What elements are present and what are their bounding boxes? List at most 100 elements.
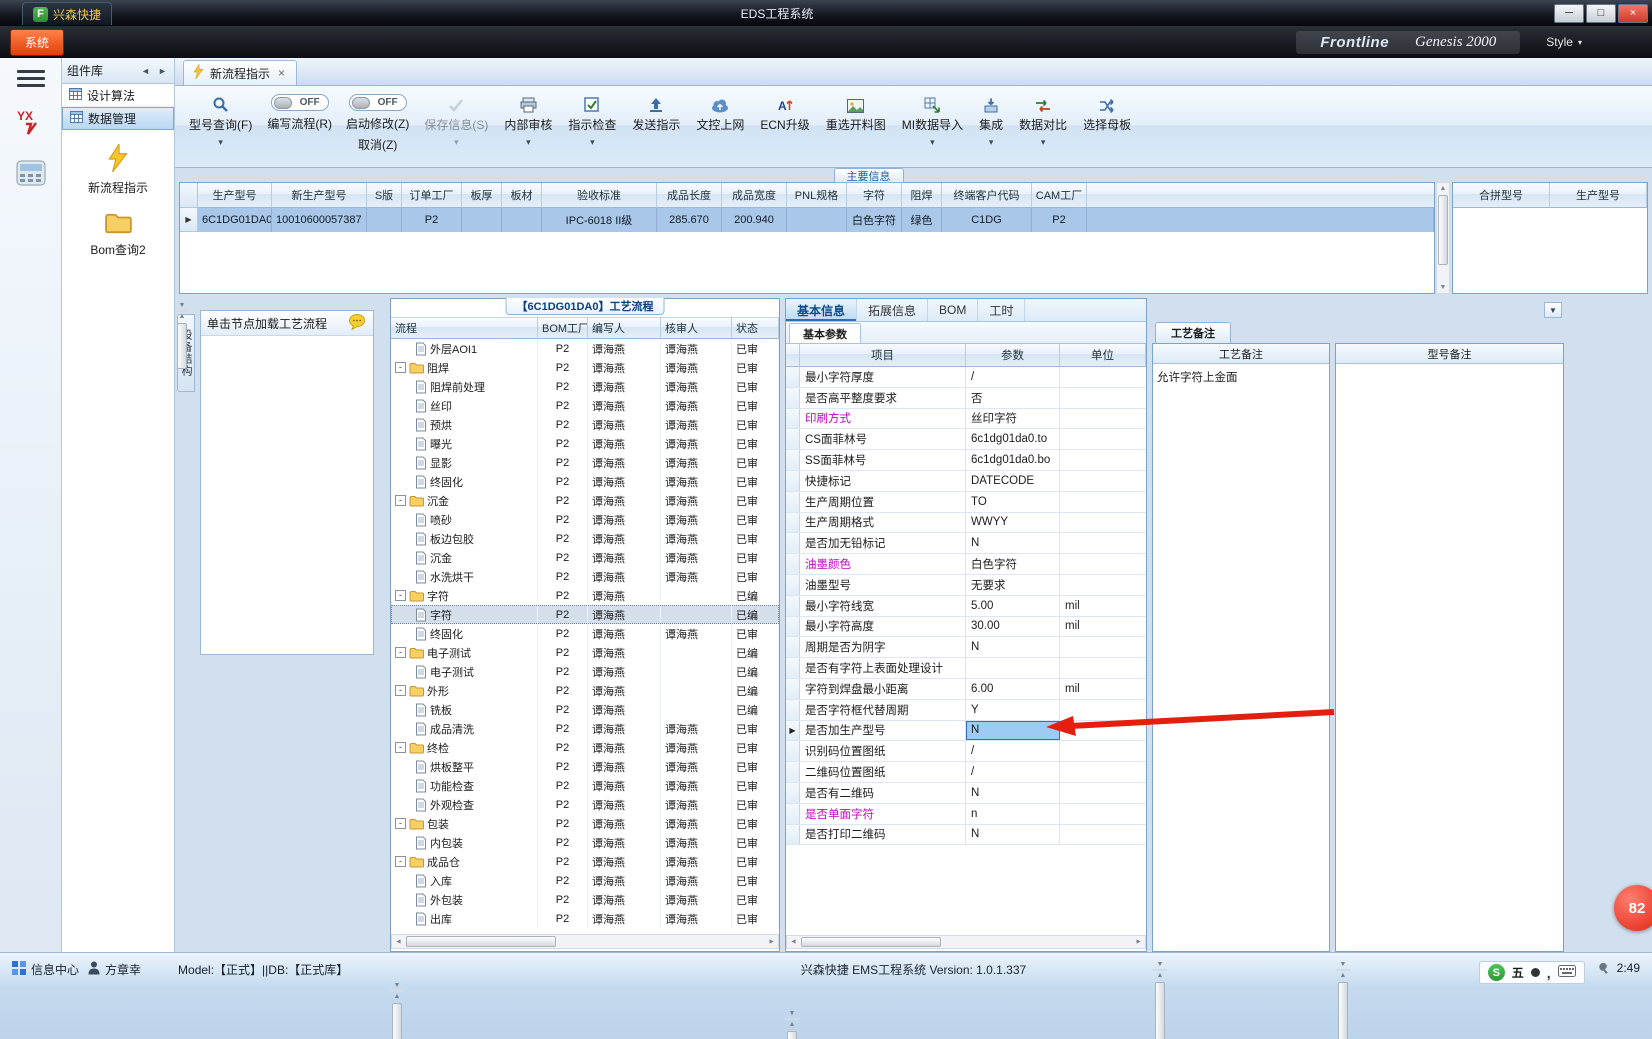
calculator-app-icon[interactable] [16, 160, 46, 189]
parameter-row[interactable]: 生产周期格式 WWYY [786, 512, 1146, 534]
toolbar-button-import[interactable]: MI数据导入 ▾ [894, 91, 971, 148]
ime-mode-label[interactable]: 五 [1512, 964, 1524, 981]
process-node-row[interactable]: 终固化 P2 谭海燕 谭海燕 已审 [391, 624, 779, 643]
collapse-toggle-icon[interactable]: - [395, 495, 406, 506]
main-info-vertical-scrollbar[interactable] [1436, 182, 1450, 294]
process-flow-horizontal-scrollbar[interactable] [391, 934, 779, 949]
parameter-row[interactable]: SS面菲林号 6c1dg01da0.bo [786, 450, 1146, 471]
ime-dot-icon[interactable] [1530, 968, 1540, 977]
process-node-row[interactable]: 功能检查 P2 谭海燕 谭海燕 已审 [391, 776, 779, 795]
maximize-button[interactable]: □ [1586, 3, 1616, 23]
column-header[interactable]: 合拼型号 [1453, 183, 1550, 208]
column-header[interactable]: 终端客户代码 [942, 183, 1032, 208]
collapse-toggle-icon[interactable]: - [395, 818, 406, 829]
wrench-icon[interactable] [1594, 961, 1608, 978]
process-node-row[interactable]: - 包装 P2 谭海燕 谭海燕 已审 [391, 814, 779, 833]
process-flow-title-tab[interactable]: 【6C1DG01DA0】工艺流程 [505, 298, 665, 315]
parameter-row[interactable]: 油墨型号 无要求 [786, 574, 1146, 596]
parameter-row[interactable]: 识别码位置图纸 / [786, 741, 1146, 763]
yx-logo[interactable]: YX [14, 107, 48, 144]
toggle-off-switch[interactable]: OFF [348, 94, 407, 111]
detail-horizontal-scrollbar[interactable] [786, 935, 1146, 949]
parameter-row[interactable]: 是否加无铅标记 N [786, 533, 1146, 555]
tab-process-notes[interactable]: 工艺备注 [1155, 322, 1231, 343]
column-header[interactable]: CAM工厂 [1032, 183, 1087, 208]
tab-BOM[interactable]: BOM [928, 299, 979, 321]
parameter-row[interactable]: 最小字符高度 30.00 mil [786, 616, 1146, 638]
column-header[interactable]: 生产型号 [198, 183, 272, 208]
notes-vertical-scrollbar[interactable] [1153, 961, 1167, 1039]
process-node-row[interactable]: 外观检查 P2 谭海燕 谭海燕 已审 [391, 795, 779, 814]
collapse-toggle-icon[interactable]: - [395, 590, 406, 601]
process-node-row[interactable]: - 电子测试 P2 谭海燕 已编 [391, 643, 779, 662]
column-header[interactable]: 成品宽度 [722, 183, 787, 208]
parameter-row[interactable]: 最小字符厚度 / [786, 367, 1146, 388]
parameter-row[interactable]: 是否字符框代替周期 Y [786, 699, 1146, 721]
scrollbar-thumb[interactable] [801, 937, 941, 947]
sidebar-item-design-algorithm[interactable]: 设计算法 [62, 84, 174, 107]
toolbar-button-ecn[interactable]: A ECN升级 [752, 91, 817, 148]
process-node-row[interactable]: 烘板整平 P2 谭海燕 谭海燕 已审 [391, 757, 779, 776]
parameter-row[interactable]: 是否有二维码 N [786, 782, 1146, 804]
collapse-toggle-icon[interactable]: - [395, 647, 406, 658]
close-tab-icon[interactable]: × [276, 66, 287, 80]
column-header[interactable]: 单位 [1060, 344, 1146, 367]
tab-拓展信息[interactable]: 拓展信息 [857, 299, 929, 321]
app-brand-tab[interactable]: F 兴森快捷 [22, 2, 113, 25]
process-node-row[interactable]: 显影 P2 谭海燕 谭海燕 已审 [391, 453, 779, 472]
parameter-row[interactable]: 是否高平整度要求否 [786, 387, 1146, 409]
tab-basic-parameters[interactable]: 基本参数 [789, 323, 861, 343]
close-button[interactable]: × [1618, 3, 1648, 23]
parameter-row[interactable]: 最小字符线宽 5.00 mil [786, 595, 1146, 617]
process-node-row[interactable]: 板边包胶 P2 谭海燕 谭海燕 已审 [391, 529, 779, 548]
process-node-row[interactable]: 内包装 P2 谭海燕 谭海燕 已审 [391, 833, 779, 852]
parameter-row[interactable]: 是否单面字符 n [786, 803, 1146, 825]
process-node-row[interactable]: 沉金 P2 谭海燕 谭海燕 已审 [391, 548, 779, 567]
process-node-row[interactable]: - 沉金 P2 谭海燕 谭海燕 已审 [391, 491, 779, 510]
scrollbar-thumb[interactable] [177, 323, 187, 369]
process-node-row[interactable]: 喷砂 P2 谭海燕 谭海燕 已审 [391, 510, 779, 529]
scrollbar-thumb[interactable] [1438, 195, 1448, 265]
process-node-row[interactable]: - 阻焊 P2 谭海燕 谭海燕 已审 [391, 358, 779, 377]
panel-back-icon[interactable]: ◄ [139, 66, 152, 76]
toolbar-button-checkbox[interactable]: 指示检查 ▾ [560, 91, 624, 148]
process-notes-content[interactable]: 允许字符上金面 [1153, 364, 1329, 949]
parameter-row[interactable]: 字符到焊盘最小距离 6.00 mil [786, 678, 1146, 700]
sogou-input-icon[interactable]: S [1487, 964, 1505, 981]
tree-column-header[interactable]: 编写人 [588, 318, 661, 339]
toolbar-button-send[interactable]: 发送指示 [624, 91, 688, 148]
process-node-row[interactable]: 外包装 P2 谭海燕 谭海燕 已审 [391, 890, 779, 909]
process-flow-vertical-scrollbar[interactable] [390, 982, 404, 1039]
process-node-row[interactable]: - 成品仓 P2 谭海燕 谭海燕 已审 [391, 852, 779, 871]
tree-column-header[interactable]: 状态 [732, 318, 779, 339]
process-node-row[interactable]: 预烘 P2 谭海燕 谭海燕 已审 [391, 415, 779, 434]
process-node-row[interactable]: 曝光 P2 谭海燕 谭海燕 已审 [391, 434, 779, 453]
process-node-row[interactable]: 字符 P2 谭海燕 已编 [391, 605, 779, 624]
scrollbar-thumb[interactable] [392, 1003, 402, 1039]
tab-new-process-instruction[interactable]: 新流程指示 × [183, 60, 298, 85]
parameter-row[interactable]: 是否有字符上表面处理设计 [786, 658, 1146, 679]
system-menu-button[interactable]: 系统 [10, 28, 65, 56]
notification-badge[interactable]: 82 [1614, 885, 1652, 931]
column-header[interactable]: PNL规格 [787, 183, 847, 208]
toolbar-button-printer[interactable]: 内部审核 ▾ [496, 91, 560, 148]
parameter-row[interactable]: CS面菲林号 6c1dg01da0.to [786, 429, 1146, 451]
parameter-row[interactable]: 周期是否为阴字 N [786, 637, 1146, 659]
collapse-panel-button[interactable]: ▼ [1544, 302, 1562, 318]
process-node-row[interactable]: - 终检 P2 谭海燕 谭海燕 已审 [391, 738, 779, 757]
shortcut-bom-query[interactable]: Bom查询2 [90, 212, 146, 258]
hamburger-menu-icon[interactable] [16, 66, 45, 91]
column-header[interactable]: 验收标准 [542, 183, 657, 208]
style-menu[interactable]: Style ▾ [1546, 35, 1582, 49]
shortcut-new-process-instruction[interactable]: 新流程指示 [88, 142, 148, 196]
toggle-off-switch[interactable]: OFF [270, 94, 329, 111]
parameter-row[interactable]: 二维码位置图纸 / [786, 762, 1146, 783]
current-user[interactable]: 方章幸 [88, 961, 141, 978]
toolbar-button-compare[interactable]: 数据对比 ▾ [1011, 91, 1075, 148]
toolbar-button-integrate[interactable]: 集成 ▾ [971, 91, 1011, 148]
collapse-toggle-icon[interactable]: - [395, 685, 406, 696]
model-notes-content[interactable] [1336, 364, 1563, 949]
main-info-section-tab[interactable]: 主要信息 [833, 168, 904, 183]
process-node-row[interactable]: 水洗烘干 P2 谭海燕 谭海燕 已审 [391, 567, 779, 586]
toolbar-button-search[interactable]: 型号查询(F) ▾ [181, 91, 260, 148]
